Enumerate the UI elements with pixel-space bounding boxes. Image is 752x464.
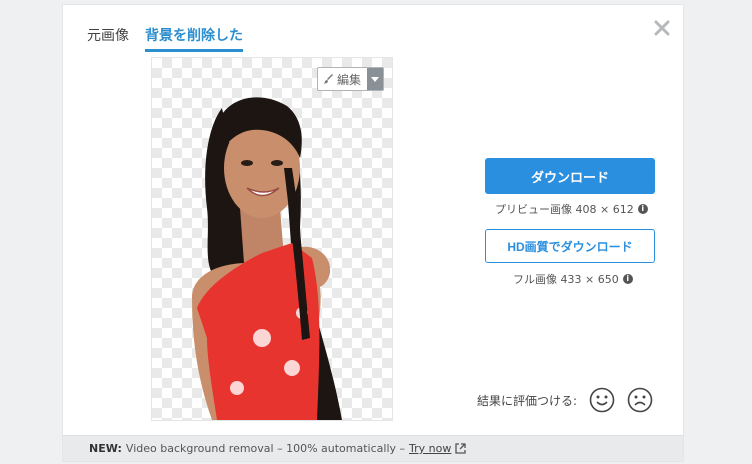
preview-size-info: プリビュー画像 408 × 612 i [495, 201, 648, 217]
banner-prefix: NEW: [89, 442, 122, 455]
preview-size-text: プリビュー画像 408 × 612 [495, 203, 634, 216]
chevron-down-icon [371, 76, 379, 82]
info-icon[interactable]: i [622, 274, 633, 284]
result-modal: 元画像 背景を削除した 編集 ダウンロード プリビュー画像 408 × 612 … [62, 4, 684, 462]
external-link-icon[interactable] [455, 443, 467, 454]
close-icon[interactable] [653, 19, 671, 37]
tab-removed-background[interactable]: 背景を削除した [145, 25, 243, 52]
rating-bar: 結果に評価つける: [477, 387, 653, 413]
person-cutout-image [192, 97, 342, 420]
try-now-link[interactable]: Try now [409, 442, 451, 455]
frown-icon[interactable] [627, 387, 653, 413]
hd-download-button[interactable]: HD画質でダウンロード [485, 229, 655, 263]
rating-label: 結果に評価つける: [477, 393, 578, 408]
full-size-info: フル画像 433 × 650 i [513, 271, 633, 287]
result-preview: 編集 [151, 57, 393, 421]
download-button[interactable]: ダウンロード [485, 158, 655, 194]
edit-dropdown: 編集 [316, 67, 384, 91]
tab-original[interactable]: 元画像 [87, 25, 129, 52]
info-icon[interactable]: i [637, 204, 648, 214]
image-tabs: 元画像 背景を削除した [87, 25, 243, 52]
brush-icon [323, 74, 333, 84]
edit-label: 編集 [336, 72, 361, 87]
announcement-banner: NEW: Video background removal – 100% aut… [63, 435, 683, 461]
full-size-text: フル画像 433 × 650 [513, 273, 619, 286]
smile-icon[interactable] [589, 387, 615, 413]
edit-menu-toggle[interactable] [367, 68, 383, 90]
banner-text: Video background removal – 100% automati… [125, 442, 406, 455]
edit-button[interactable]: 編集 [318, 68, 367, 90]
